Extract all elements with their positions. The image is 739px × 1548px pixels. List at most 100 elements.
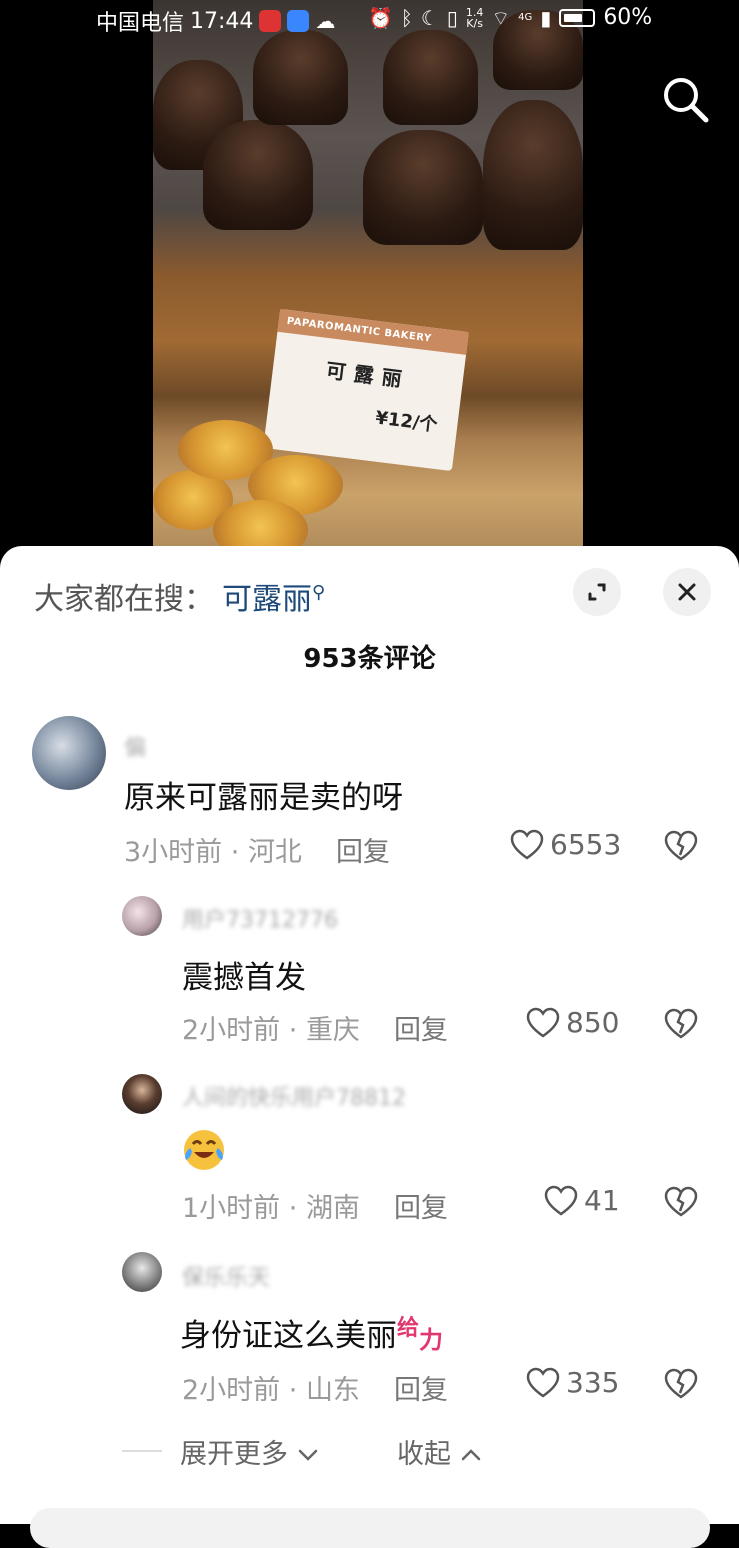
comment-time: 3小时前 [124, 837, 223, 868]
hot-search-keyword[interactable]: 可露丽 [222, 582, 312, 617]
wifi-icon: ⌔ [491, 5, 511, 30]
close-icon [678, 583, 696, 601]
chevron-down-icon [298, 1449, 317, 1461]
comment-item: 保乐乐天 身份证这么美丽给力 2小时前 · 山东 回复 335 [0, 1252, 739, 1406]
heart-icon [526, 1367, 560, 1398]
hot-search-label: 大家都在搜： [34, 582, 214, 617]
like-button[interactable]: 850 [526, 1006, 619, 1039]
clock: 17:44 [190, 8, 254, 34]
comment-item: 用户73712776 震撼首发 2小时前 · 重庆 回复 850 [0, 896, 739, 1046]
laughing-crying-emoji [184, 1130, 224, 1170]
avatar[interactable] [122, 1252, 162, 1292]
like-count: 850 [566, 1006, 620, 1039]
product-name: 可露丽 [324, 358, 411, 393]
heart-icon [544, 1185, 578, 1216]
canele-pastry [483, 100, 583, 250]
collapse-button[interactable]: 收起 [397, 1432, 482, 1471]
collapse-label: 收起 [397, 1439, 451, 1470]
battery-percent: 60% [603, 5, 653, 30]
comment-username[interactable]: 保乐乐天 [182, 1260, 270, 1292]
comment-text-content: 身份证这么美丽 [180, 1318, 397, 1354]
net-speed: 1.4 K/s [466, 7, 484, 29]
bakery-brand: PAPAROMANTIC BAKERY [277, 308, 469, 355]
canele-pastry [363, 130, 483, 245]
heart-icon [510, 829, 544, 860]
comment-location: 河北 [247, 837, 302, 868]
comment-location: 湖南 [305, 1193, 360, 1224]
weather-notification-icon [287, 10, 310, 32]
like-button[interactable]: 41 [544, 1184, 620, 1217]
reply-button[interactable]: 回复 [394, 1015, 448, 1046]
comment-text [180, 1124, 228, 1180]
vibrate-icon: ▯ [446, 5, 458, 30]
comment-time: 2小时前 [182, 1375, 281, 1406]
reply-button[interactable]: 回复 [394, 1193, 448, 1224]
comment-time: 2小时前 [182, 1015, 281, 1046]
search-icon [664, 78, 709, 123]
avatar[interactable] [32, 716, 106, 790]
price-tag: PAPAROMANTIC BAKERY 可露丽 ¥12/个 [263, 308, 469, 472]
comment-text: 震撼首发 [182, 960, 306, 996]
like-count: 6553 [550, 828, 622, 861]
alarm-icon: ⏰ [368, 5, 393, 30]
close-button[interactable] [663, 568, 711, 616]
comment-text: 原来可露丽是卖的呀 [124, 780, 403, 816]
divider [122, 1450, 162, 1452]
dislike-button[interactable] [664, 1008, 698, 1044]
comment-meta: 2小时前 · 山东 回复 [182, 1375, 448, 1406]
like-count: 335 [566, 1366, 620, 1399]
like-button[interactable]: 335 [526, 1366, 619, 1399]
battery-icon [559, 8, 596, 27]
dislike-icon [664, 830, 698, 861]
dislike-icon [664, 1186, 698, 1217]
chat-notification-icon: ☁ [315, 9, 336, 33]
expand-more-button[interactable]: 展开更多 [180, 1432, 319, 1471]
comment-username[interactable]: 人间的快乐用户78812 [182, 1080, 406, 1112]
comment-username[interactable]: 偏 [124, 730, 146, 762]
expand-icon [588, 583, 606, 601]
canele-pastry [203, 120, 313, 230]
canele-pastry [253, 30, 348, 125]
comment-location: 山东 [305, 1375, 360, 1406]
comment-location: 重庆 [305, 1015, 360, 1046]
hot-search-bar: 大家都在搜： 可露丽⚲ [34, 574, 325, 618]
search-small-icon: ⚲ [312, 582, 326, 603]
search-button[interactable] [660, 74, 710, 124]
comment-username[interactable]: 用户73712776 [182, 902, 338, 934]
dislike-icon [664, 1368, 698, 1399]
expand-more-label: 展开更多 [180, 1439, 288, 1470]
bluetooth-icon: ᛒ [400, 5, 413, 30]
chevron-up-icon [461, 1449, 480, 1461]
dislike-button[interactable] [664, 830, 698, 866]
comment-item: 人间的快乐用户78812 1小时前 · 湖南 回复 41 [0, 1074, 739, 1224]
status-bar-left: 中国电信 17:44 ☁ [96, 5, 335, 37]
expand-button[interactable] [573, 568, 621, 616]
comment-meta: 3小时前 · 河北 回复 [124, 837, 390, 868]
comment-item: 偏 原来可露丽是卖的呀 3小时前 · 河北 回复 6553 [0, 716, 739, 868]
carrier-label: 中国电信 [96, 11, 185, 36]
canele-pastry [383, 30, 478, 125]
dislike-button[interactable] [664, 1368, 698, 1404]
comment-meta: 1小时前 · 湖南 回复 [182, 1193, 448, 1224]
geili-sticker: 给力 [397, 1316, 443, 1354]
app-notification-icon [259, 10, 282, 32]
video-preview[interactable]: PAPAROMANTIC BAKERY 可露丽 ¥12/个 [153, 0, 583, 550]
signal-icon: ▮ [540, 5, 552, 30]
comment-input-bar[interactable] [30, 1508, 710, 1548]
like-count: 41 [584, 1184, 620, 1217]
comment-time: 1小时前 [182, 1193, 281, 1224]
heart-icon [526, 1007, 560, 1038]
dislike-button[interactable] [664, 1186, 698, 1222]
comment-meta: 2小时前 · 重庆 回复 [182, 1015, 448, 1046]
moon-icon: ☾ [420, 5, 439, 30]
status-bar: 中国电信 17:44 ☁ ⏰ ᛒ ☾ ▯ 1.4 K/s ⌔ 4G ▮ 60% [0, 0, 739, 40]
replies-control-row: 展开更多 收起 [0, 1430, 739, 1470]
avatar[interactable] [122, 896, 162, 936]
status-bar-right: ⏰ ᛒ ☾ ▯ 1.4 K/s ⌔ 4G ▮ 60% [368, 5, 652, 30]
reply-button[interactable]: 回复 [336, 837, 390, 868]
comment-text: 身份证这么美丽给力 [180, 1310, 443, 1355]
avatar[interactable] [122, 1074, 162, 1114]
like-button[interactable]: 6553 [510, 828, 621, 861]
dislike-icon [664, 1008, 698, 1039]
reply-button[interactable]: 回复 [394, 1375, 448, 1406]
